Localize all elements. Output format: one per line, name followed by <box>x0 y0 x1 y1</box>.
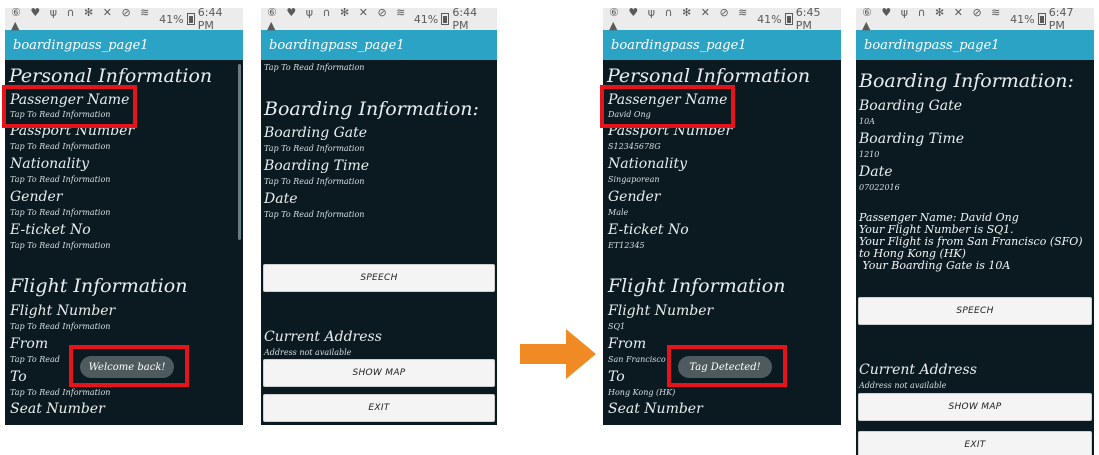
boarding-gate-value[interactable]: Tap To Read Information <box>264 144 364 154</box>
current-address-value: Address not available <box>264 348 352 357</box>
eticket-label: E-ticket No <box>608 222 689 238</box>
nationality-label: Nationality <box>10 156 89 172</box>
nationality-value[interactable]: Singaporean <box>608 175 660 185</box>
status-bar: ⑥ ♥ ψ ∩ ✻ ✕ ⊘ ≋ ▲ 41% 6:44 PM <box>261 8 497 32</box>
nationality-label: Nationality <box>608 156 687 172</box>
battery-icon <box>784 13 793 25</box>
flight-info-heading: Flight Information <box>10 275 188 297</box>
highlight-passenger-name <box>2 85 137 128</box>
exit-button[interactable]: EXIT <box>858 431 1092 455</box>
eticket-value[interactable]: Tap To Read Information <box>10 241 110 251</box>
battery-level: 41% <box>757 12 782 26</box>
battery-icon <box>441 13 450 25</box>
boarding-time-label: Boarding Time <box>859 131 964 147</box>
highlight-passenger-name <box>600 85 735 128</box>
boarding-time-value[interactable]: 1210 <box>859 150 879 160</box>
status-icons: ⑥ ♥ ψ ∩ ✻ ✕ ⊘ ≋ ▲ <box>11 8 153 32</box>
app-bar-title: boardingpass_page1 <box>856 30 1094 60</box>
current-address-value: Address not available <box>859 381 947 390</box>
status-time: 6:44 PM <box>452 8 478 32</box>
personal-info-heading: Personal Information <box>9 65 213 87</box>
gender-label: Gender <box>10 189 63 205</box>
show-map-button[interactable]: SHOW MAP <box>263 359 495 387</box>
date-label: Date <box>264 191 298 207</box>
speech-summary: Passenger Name: David Ong Your Flight Nu… <box>859 212 1083 272</box>
screen-4: ⑥ ♥ ψ ∩ ✻ ✕ ⊘ ≋ ▲ 41% 6:47 PM boardingpas… <box>856 8 1094 455</box>
flight-number-label: Flight Number <box>608 303 714 319</box>
seat-number-label: Seat Number <box>10 401 105 417</box>
boarding-gate-label: Boarding Gate <box>859 98 963 114</box>
arrow-right-icon <box>520 329 596 379</box>
nationality-value[interactable]: Tap To Read Information <box>10 175 110 185</box>
battery-icon <box>1037 13 1046 25</box>
personal-info-heading: Personal Information <box>607 65 811 87</box>
app-bar-title: boardingpass_page1 <box>261 30 497 60</box>
speech-button[interactable]: SPEECH <box>858 297 1092 325</box>
battery-level: 41% <box>413 12 439 26</box>
battery-icon <box>186 13 195 25</box>
passport-number-value[interactable]: Tap To Read Information <box>10 142 110 152</box>
status-icons: ⑥ ♥ ψ ∩ ✻ ✕ ⊘ ≋ ▲ <box>609 8 751 32</box>
from-label: From <box>10 336 49 352</box>
exit-button[interactable]: EXIT <box>263 394 495 422</box>
status-bar: ⑥ ♥ ψ ∩ ✻ ✕ ⊘ ≋ ▲ 41% 6:47 PM <box>856 8 1094 32</box>
battery-level: 41% <box>159 12 184 26</box>
from-value[interactable]: San Francisco <box>608 355 666 365</box>
date-value[interactable]: 07022016 <box>859 183 900 193</box>
from-label: From <box>608 336 647 352</box>
highlight-toast-welcome <box>69 345 189 387</box>
status-bar: ⑥ ♥ ψ ∩ ✻ ✕ ⊘ ≋ ▲ 41% 6:44 PM <box>5 8 243 32</box>
date-value[interactable]: Tap To Read Information <box>264 210 364 220</box>
boarding-gate-value[interactable]: 10A <box>859 117 875 127</box>
status-bar: ⑥ ♥ ψ ∩ ✻ ✕ ⊘ ≋ ▲ 41% 6:45 PM <box>603 8 841 32</box>
app-bar-title: boardingpass_page1 <box>5 30 243 60</box>
to-value[interactable]: Tap To Read Information <box>10 388 110 398</box>
screen-2: ⑥ ♥ ψ ∩ ✻ ✕ ⊘ ≋ ▲ 41% 6:44 PM boardingpas… <box>261 8 497 425</box>
passport-number-value[interactable]: S12345678G <box>608 142 661 152</box>
scrolled-value[interactable]: Tap To Read Information <box>264 63 364 73</box>
status-time: 6:47 PM <box>1048 8 1074 32</box>
flight-number-value[interactable]: SQ1 <box>608 322 625 332</box>
summary-line: Your Boarding Gate is 10A <box>859 259 1011 272</box>
gender-value[interactable]: Male <box>608 208 628 218</box>
status-time: 6:45 PM <box>795 8 821 32</box>
app-bar-title: boardingpass_page1 <box>603 30 841 60</box>
status-time: 6:44 PM <box>197 8 223 32</box>
current-address-label: Current Address <box>859 362 977 378</box>
battery-level: 41% <box>1010 12 1035 26</box>
to-label: To <box>10 369 27 385</box>
boarding-info-heading: Boarding Information: <box>859 70 1074 92</box>
from-value[interactable]: Tap To Read <box>10 355 60 365</box>
seat-number-label: Seat Number <box>608 401 703 417</box>
eticket-value[interactable]: ET12345 <box>608 241 645 251</box>
flight-number-label: Flight Number <box>10 303 116 319</box>
show-map-button[interactable]: SHOW MAP <box>858 393 1092 421</box>
boarding-time-value[interactable]: Tap To Read Information <box>264 177 364 187</box>
status-icons: ⑥ ♥ ψ ∩ ✻ ✕ ⊘ ≋ ▲ <box>267 8 409 32</box>
date-label: Date <box>859 164 893 180</box>
highlight-toast-tag <box>667 345 787 387</box>
eticket-label: E-ticket No <box>10 222 91 238</box>
current-address-label: Current Address <box>264 329 382 345</box>
scrollbar[interactable] <box>238 64 241 240</box>
boarding-gate-label: Boarding Gate <box>264 125 368 141</box>
speech-button[interactable]: SPEECH <box>263 264 495 292</box>
to-value[interactable]: Hong Kong (HK) <box>608 388 675 398</box>
to-label: To <box>608 369 625 385</box>
status-icons: ⑥ ♥ ψ ∩ ✻ ✕ ⊘ ≋ ▲ <box>862 8 1004 32</box>
boarding-time-label: Boarding Time <box>264 158 369 174</box>
flight-info-heading: Flight Information <box>608 275 786 297</box>
flight-number-value[interactable]: Tap To Read Information <box>10 322 110 332</box>
gender-value[interactable]: Tap To Read Information <box>10 208 110 218</box>
boarding-info-heading: Boarding Information: <box>264 98 479 120</box>
gender-label: Gender <box>608 189 661 205</box>
